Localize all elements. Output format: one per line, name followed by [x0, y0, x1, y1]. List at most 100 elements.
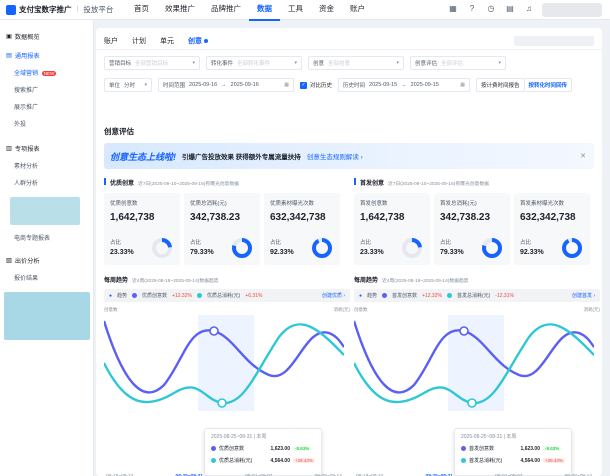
brand-mark-icon [6, 4, 16, 15]
time-range-picker[interactable]: 时间范围 2025-09-16 → 2025-09-16 ▦ [158, 78, 294, 92]
brand-divider: | [76, 6, 79, 13]
metric-card[interactable]: 首发素材曝光次数 632,342,738 占比 92.33% [514, 193, 590, 265]
series1-dot-icon [132, 293, 138, 298]
axis-right-label: 消耗(元) [333, 307, 351, 312]
goal-select[interactable]: 营销目标 全部营销目标 ▾ [104, 56, 200, 70]
sidebar-item-material[interactable]: 素材分析 [0, 157, 93, 174]
nav-account[interactable]: 账户 [342, 0, 373, 21]
conversion-time-button[interactable]: 按转化时间回传 [524, 78, 573, 92]
create-link[interactable]: 创建优质 › [322, 292, 345, 299]
ratio-label: 占比 [360, 240, 372, 246]
creative-select[interactable]: 创意 全部创意 ▾ [308, 56, 404, 70]
evaluation-select[interactable]: 创意评估 全部评估 ▾ [410, 56, 506, 70]
tooltip-title: 2025-08-25~08-31 | 本周 [211, 434, 267, 440]
ratio-label: 占比 [440, 240, 452, 246]
axis-right-label: 消耗(元) [583, 307, 601, 312]
series1-point[interactable] [459, 326, 469, 336]
column-title: 首发创意 [360, 181, 385, 187]
tooltip-value: 1,623.00 [270, 445, 290, 452]
metric-card[interactable]: 优质素材曝光次数 632,342,738 占比 92.33% [264, 193, 340, 265]
close-icon[interactable]: ✕ [580, 152, 586, 160]
quality-creative-column: 优质创意 近7日(2025-09-10~2025-09-16)有曝光创意数据 优… [104, 178, 351, 476]
metric-card[interactable]: 首发总消耗(元) 342,738.23 占比 79.33% [434, 193, 510, 265]
main-nav: 首页 效果推广 品牌推广 数据 工具 资金 账户 [126, 0, 373, 21]
sidebar-item-display[interactable]: 展示推广 [0, 98, 93, 115]
legend-series2: 首发总消耗(元) [456, 293, 491, 299]
tooltip-series-name: 首发创意数 [469, 446, 495, 452]
ratio-value: 79.33% [440, 249, 464, 256]
metric-card[interactable]: 优质总消耗(元) 342,738.23 占比 79.33% [184, 193, 260, 265]
ratio-value: 23.33% [110, 249, 134, 256]
grid-icon[interactable]: ▦ [448, 4, 458, 14]
trend-legend: ● 趋势 首发创意数 +12.32% 首发总消耗(元) -12.31% 创建首发… [354, 289, 600, 302]
series2-point[interactable] [217, 398, 227, 408]
nav-home[interactable]: 首页 [126, 0, 157, 21]
banner-rules-link[interactable]: 创意生态规则解读 › [307, 151, 363, 161]
user-avatar[interactable] [542, 3, 602, 17]
field-label: 创意 [313, 61, 325, 67]
brand-logo[interactable]: 支付宝数字推广 | 投放平台 [0, 4, 126, 15]
sidebar-group-special[interactable]: ▥ 专项报表 [0, 138, 93, 157]
nav-funds[interactable]: 资金 [311, 0, 342, 21]
sidebar-item-bid-result[interactable]: 报价结果 [0, 269, 93, 286]
sidebar-item-omni[interactable]: 全域营销 NEW [0, 64, 93, 81]
filter-row: 单位 分时 ▾ 时间范围 2025-09-16 → 2025-09-16 ▦ ✓… [104, 78, 594, 92]
history-range-picker[interactable]: 历史时间 2025-09-15 → 2025-09-15 ▦ [338, 78, 471, 92]
sidebar-label: 出价分析 [14, 258, 40, 265]
metric-label: 首发创意数 [360, 201, 388, 207]
banner-title: 创意生态上线啦! [110, 151, 176, 162]
clock-icon[interactable]: ◷ [486, 4, 496, 14]
metric-label: 首发素材曝光次数 [520, 201, 565, 207]
billing-time-button[interactable]: 按计费时间报告 [476, 78, 525, 92]
sidebar-item-overview[interactable]: ▣ 数据概览 [0, 26, 93, 45]
sidebar-item-audience[interactable]: 人群分析 [0, 174, 93, 191]
sidebar-item-ecommerce[interactable]: 电商专题报表 [0, 229, 93, 246]
field-value: 分时 [124, 83, 136, 89]
column-note: 近7日(2025-09-10~2025-09-16)有曝光创意数据 [388, 182, 489, 187]
ratio-label: 占比 [110, 240, 122, 246]
tooltip-value: 1,623.00 [520, 445, 540, 452]
report-mode-toggle: 按计费时间报告 按转化时间回传 [476, 78, 573, 92]
metric-card[interactable]: 优质创意数 1,642,738 占比 23.33% [104, 193, 180, 265]
bell-icon[interactable]: ♫ [524, 4, 534, 14]
series1-point[interactable] [209, 326, 219, 336]
help-icon[interactable]: ? [467, 4, 477, 14]
series2-point[interactable] [467, 398, 477, 408]
chevron-down-icon: ▾ [144, 82, 147, 88]
legend-series1: 首发创意数 [392, 293, 418, 299]
series2-dot-icon [196, 293, 202, 298]
series2-dot-icon [446, 293, 452, 298]
nav-data[interactable]: 数据 [249, 0, 280, 21]
nav-tools[interactable]: 工具 [280, 0, 311, 21]
top-bar: 支付宝数字推广 | 投放平台 首页 效果推广 品牌推广 数据 工具 资金 账户 … [0, 0, 610, 21]
trend-line-chart[interactable] [104, 315, 344, 411]
tab-creative[interactable]: 创意 [188, 36, 208, 49]
legend-series2-delta: +6.31% [245, 292, 263, 299]
ratio-ring-chart [232, 238, 252, 258]
metric-card[interactable]: 首发创意数 1,642,738 占比 23.33% [354, 193, 430, 265]
create-link[interactable]: 创建首发 › [572, 292, 595, 299]
tab-unit[interactable]: 单元 [160, 36, 174, 49]
sidebar-group-bid[interactable]: ▧ 出价分析 [0, 250, 93, 269]
unit-select[interactable]: 单位 分时 ▾ [104, 78, 152, 92]
conversion-select[interactable]: 转化事件 全部转化事件 ▾ [206, 56, 302, 70]
overview-icon: ▣ [6, 33, 12, 40]
ratio-value: 92.33% [520, 249, 544, 256]
tooltip-delta-tag: -8.63% [293, 446, 312, 451]
accent-bar [354, 178, 356, 185]
document-icon[interactable]: ▤ [505, 4, 515, 14]
trend-line-chart[interactable] [354, 315, 594, 411]
nav-brand[interactable]: 品牌推广 [203, 0, 249, 21]
tooltip-delta-tag: -8.63% [543, 446, 562, 451]
tab-account[interactable]: 账户 [104, 36, 118, 49]
metric-cards: 优质创意数 1,642,738 占比 23.33% 优质总消耗(元) 342,7… [104, 193, 350, 265]
sidebar-group-general[interactable]: ▤ 通用报表 [0, 45, 93, 64]
nav-performance[interactable]: 效果推广 [157, 0, 203, 21]
chevron-down-icon: ▾ [192, 60, 195, 66]
metric-value: 342,738.23 [440, 212, 491, 223]
compare-history-checkbox[interactable]: ✓ 对比历史 [300, 81, 332, 89]
tab-plan[interactable]: 计划 [132, 36, 146, 49]
sidebar-item-external[interactable]: 外投 [0, 115, 93, 132]
sidebar-item-search[interactable]: 搜索推广 [0, 81, 93, 98]
ratio-value: 92.33% [270, 249, 294, 256]
